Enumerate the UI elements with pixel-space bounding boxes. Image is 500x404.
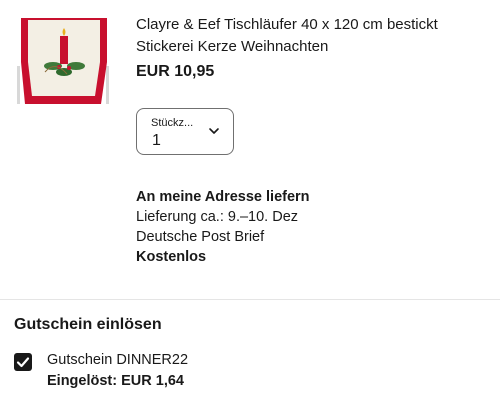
table-runner-icon: [15, 16, 111, 104]
coupon-checkbox[interactable]: [14, 353, 32, 371]
quantity-select[interactable]: Stückz... 1: [136, 108, 234, 155]
delivery-heading: An meine Adresse liefern: [136, 189, 310, 205]
delivery-carrier: Deutsche Post Brief: [136, 229, 265, 245]
delivery-cost: Kostenlos: [136, 249, 207, 265]
delivery-estimate: Lieferung ca.: 9.–10. Dez: [136, 209, 299, 225]
product-image[interactable]: [15, 16, 111, 104]
chevron-down-icon: [209, 128, 219, 134]
coupon-name: Gutschein DINNER22: [47, 352, 189, 368]
quantity-value: 1: [152, 132, 161, 149]
coupon-applied-amount: Eingelöst: EUR 1,64: [47, 373, 184, 389]
checkmark-icon: [16, 357, 30, 368]
quantity-label: Stückz...: [151, 117, 194, 129]
product-price: EUR 10,95: [136, 63, 215, 80]
delivery-info: An meine Adresse liefern Lieferung ca.: …: [136, 187, 310, 267]
coupon-section-title: Gutschein einlösen: [14, 316, 162, 333]
section-divider: [0, 299, 500, 300]
product-title[interactable]: Clayre & Eef Tischläufer 40 x 120 cm bes…: [136, 14, 486, 58]
